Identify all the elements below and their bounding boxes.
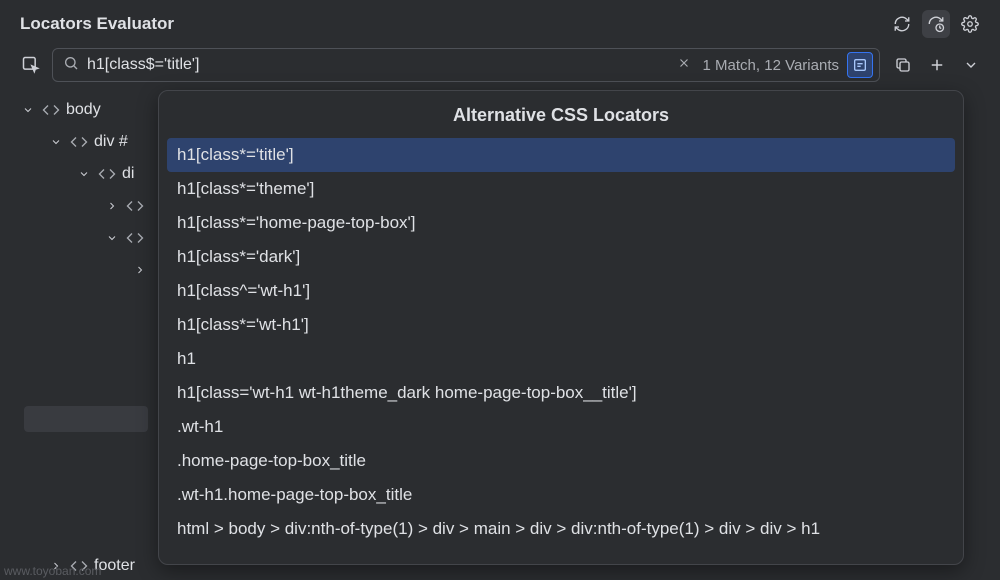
- popup-item[interactable]: h1[class='wt-h1 wt-h1theme_dark home-pag…: [167, 376, 955, 410]
- chevron-down-icon[interactable]: [20, 102, 36, 118]
- tree-selection-highlight: [24, 406, 148, 432]
- popup-item[interactable]: h1[class*='theme']: [167, 172, 955, 206]
- chevron-down-icon[interactable]: [958, 52, 984, 78]
- copy-icon[interactable]: [890, 52, 916, 78]
- tag-icon: [126, 229, 144, 247]
- tag-icon: [98, 165, 116, 183]
- add-icon[interactable]: [924, 52, 950, 78]
- chevron-right-icon[interactable]: [132, 262, 148, 278]
- popup-item[interactable]: .wt-h1: [167, 410, 955, 444]
- tag-icon: [70, 133, 88, 151]
- popup-item[interactable]: html > body > div:nth-of-type(1) > div >…: [167, 512, 955, 546]
- variants-button[interactable]: [847, 52, 873, 78]
- popup-title: Alternative CSS Locators: [159, 105, 963, 126]
- popup-item[interactable]: h1[class*='home-page-top-box']: [167, 206, 955, 240]
- chevron-down-icon[interactable]: [76, 166, 92, 182]
- tag-icon: [126, 197, 144, 215]
- popup-item[interactable]: .home-page-top-box_title: [167, 444, 955, 478]
- chevron-down-icon[interactable]: [104, 230, 120, 246]
- popup-item[interactable]: h1[class*='wt-h1']: [167, 308, 955, 342]
- settings-icon[interactable]: [956, 10, 984, 38]
- tag-icon: [42, 101, 60, 119]
- match-count: 1 Match, 12 Variants: [695, 57, 847, 74]
- popup-item[interactable]: h1: [167, 342, 955, 376]
- search-input[interactable]: [87, 56, 673, 74]
- popup-item[interactable]: h1[class*='dark']: [167, 240, 955, 274]
- popup-item[interactable]: h1[class^='wt-h1']: [167, 274, 955, 308]
- inspect-icon[interactable]: [20, 54, 42, 76]
- search-field[interactable]: 1 Match, 12 Variants: [52, 48, 880, 82]
- watermark-text: www.toyoban.com: [0, 564, 101, 578]
- clear-icon[interactable]: [673, 52, 695, 78]
- refresh-icon[interactable]: [888, 10, 916, 38]
- popup-item[interactable]: h1[class*='title']: [167, 138, 955, 172]
- tree-label: div #: [94, 133, 128, 151]
- panel-title: Locators Evaluator: [20, 14, 174, 34]
- tree-label: body: [66, 101, 101, 119]
- popup-list: h1[class*='title'] h1[class*='theme'] h1…: [159, 138, 963, 546]
- alternatives-popup: Alternative CSS Locators h1[class*='titl…: [158, 90, 964, 565]
- chevron-right-icon[interactable]: [104, 198, 120, 214]
- search-icon: [63, 55, 79, 75]
- popup-item[interactable]: .wt-h1.home-page-top-box_title: [167, 478, 955, 512]
- tree-label: di: [122, 165, 134, 183]
- header-actions: [888, 10, 984, 38]
- refresh-timed-icon[interactable]: [922, 10, 950, 38]
- chevron-down-icon[interactable]: [48, 134, 64, 150]
